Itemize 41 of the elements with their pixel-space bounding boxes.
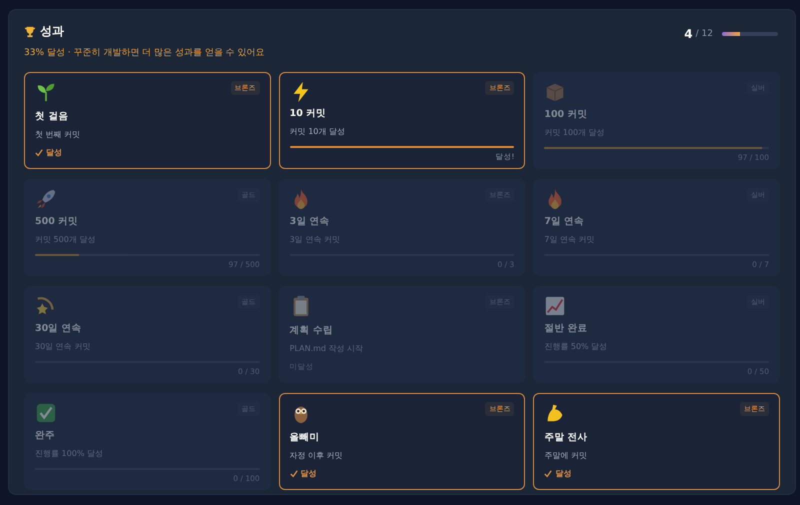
achievement-description: 커밋 10개 달성 [290, 126, 346, 138]
rocket-icon [35, 188, 57, 210]
achievement-description: 자정 이후 커밋 [290, 450, 344, 461]
achievement-title: 100 커밋 [544, 108, 588, 122]
unlocked-count: 4 [684, 27, 693, 41]
overall-progress-bar [722, 32, 778, 36]
total-count: / 12 [696, 29, 713, 39]
box-icon [544, 81, 566, 103]
achievement-title: 10 커밋 [290, 107, 328, 120]
achievement-description: 7일 연속 커밋 [544, 234, 596, 246]
achievement-description: PLAN.md 작성 시작 [290, 343, 364, 354]
achievement-description: 3일 연속 커밋 [290, 234, 341, 246]
sprout-icon [35, 81, 57, 103]
achievement-description: 진행률 50% 달성 [544, 341, 608, 352]
achievement-title: 절반 완료 [544, 322, 589, 336]
achievement-description: 30일 연속 커밋 [35, 341, 92, 352]
status-label: 달성 [300, 468, 317, 479]
trophy-icon [24, 26, 36, 38]
achievement-title: 주말 전사 [544, 431, 589, 444]
check-icon [290, 470, 298, 478]
section-title: 성과 [40, 23, 64, 40]
achievement-title: 500 커밋 [35, 215, 80, 228]
achievement-title: 7일 연속 [544, 215, 586, 228]
check-icon [35, 148, 43, 156]
achievement-title: 3일 연속 [290, 215, 331, 228]
check-icon [35, 402, 57, 424]
achievement-description: 커밋 500개 달성 [35, 234, 96, 246]
status-label: 달성 [46, 147, 62, 158]
status-label: 달성 [555, 468, 572, 479]
achievement-description: 첫 번째 커밋 [35, 129, 82, 140]
achievement-description: 커밋 100개 달성 [544, 127, 606, 138]
achievement-title: 30일 연속 [35, 322, 83, 336]
achievement-title: 첫 걸음 [35, 110, 70, 123]
achievement-title: 완주 [35, 429, 56, 442]
progress-summary: 33% 달성 · 꾸준히 개발하면 더 많은 성과를 얻을 수 있어요 [24, 47, 264, 59]
achievement-title: 올빼미 [290, 431, 321, 444]
achievement-description: 진행률 100% 달성 [35, 448, 104, 460]
achievement-description: 주말에 커밋 [544, 450, 588, 461]
chart-icon [544, 295, 566, 317]
check-icon [544, 470, 552, 478]
achievement-title: 계획 수립 [290, 324, 334, 337]
